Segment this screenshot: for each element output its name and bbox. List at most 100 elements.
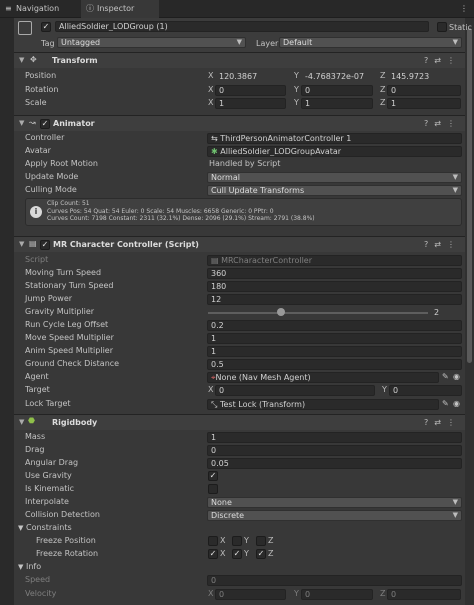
agent-value: None (Nav Mesh Agent) <box>215 373 311 382</box>
foldout-arrow-icon[interactable]: ▼ <box>19 240 24 248</box>
moving-turn-field[interactable]: 360 <box>207 268 462 279</box>
z-label: Z <box>268 549 274 558</box>
rigidbody-header[interactable]: ▼ ⬣ Rigidbody ?⇄⋮ <box>14 414 465 430</box>
transform-icon: ✥ <box>30 55 37 64</box>
collision-value: Discrete <box>211 511 245 520</box>
scale-y-field[interactable]: 1 <box>301 98 373 109</box>
slider-thumb[interactable] <box>277 308 286 316</box>
tag-dropdown[interactable]: Untagged ▼ <box>57 37 246 48</box>
position-x-field[interactable]: 120.3867 <box>215 71 286 82</box>
controller-field[interactable]: ⇆ ThirdPersonAnimatorController 1 <box>207 133 462 144</box>
info-row[interactable]: ▼ Info <box>0 561 465 574</box>
position-y-field[interactable]: -4.768372e-07 <box>301 71 373 82</box>
foldout-arrow-icon[interactable]: ▼ <box>18 524 23 532</box>
script-file-icon: ▤ <box>211 256 222 265</box>
mr-enabled-checkbox[interactable]: ✓ <box>40 240 50 250</box>
y-label: Y <box>294 589 299 598</box>
drag-row: Drag 0 <box>0 444 465 457</box>
anim-speed-row: Anim Speed Multiplier 1 <box>0 345 465 358</box>
interpolate-label: Interpolate <box>25 497 69 506</box>
object-name-field[interactable]: AlliedSoldier_LODGroup (1) <box>55 21 429 32</box>
lock-target-row: Lock Target ⤡ Test Lock (Transform) ✎ ◉ <box>0 398 465 411</box>
lock-target-field[interactable]: ⤡ Test Lock (Transform) <box>207 399 439 410</box>
y-label: Y <box>294 98 299 107</box>
transform-header[interactable]: ▼ ✥ Transform ?⇄⋮ <box>14 52 465 68</box>
move-speed-label: Move Speed Multiplier <box>25 333 114 342</box>
scale-x-field[interactable]: 1 <box>215 98 286 109</box>
constraints-row[interactable]: ▼ Constraints <box>0 522 465 535</box>
moving-turn-label: Moving Turn Speed <box>25 268 102 277</box>
run-cycle-field[interactable]: 0.2 <box>207 320 462 331</box>
scrollbar[interactable] <box>465 18 474 605</box>
y-label: Y <box>382 385 387 394</box>
object-picker-icon[interactable]: ◉ <box>453 399 460 408</box>
mass-field[interactable]: 1 <box>207 432 462 443</box>
move-speed-field[interactable]: 1 <box>207 333 462 344</box>
agent-field[interactable]: ⌖None (Nav Mesh Agent) <box>207 372 439 383</box>
animator-enabled-checkbox[interactable]: ✓ <box>40 119 50 129</box>
position-z-field[interactable]: 145.9723 <box>387 71 461 82</box>
component-menu-icons[interactable]: ?⇄⋮ <box>424 56 461 65</box>
drag-field[interactable]: 0 <box>207 445 462 456</box>
object-picker-icon[interactable]: ◉ <box>453 372 460 381</box>
foldout-arrow-icon[interactable]: ▼ <box>19 56 24 64</box>
tab-inspector[interactable]: ⓘ Inspector <box>81 0 159 18</box>
freeze-rot-x-checkbox[interactable]: ✓ <box>208 549 218 559</box>
edit-pencil-icon[interactable]: ✎ <box>442 372 449 381</box>
freeze-pos-z-checkbox[interactable] <box>256 536 266 546</box>
foldout-arrow-icon[interactable]: ▼ <box>18 563 23 571</box>
foldout-arrow-icon[interactable]: ▼ <box>19 119 24 127</box>
velocity-row: Velocity X 0 Y 0 Z 0 <box>0 588 465 601</box>
freeze-rot-z-checkbox[interactable]: ✓ <box>256 549 266 559</box>
angular-drag-row: Angular Drag 0.05 <box>0 457 465 470</box>
freeze-pos-x-checkbox[interactable] <box>208 536 218 546</box>
tab-navigation[interactable]: ≡ Navigation <box>0 0 80 18</box>
jump-field[interactable]: 12 <box>207 294 462 305</box>
chevron-down-icon: ▼ <box>452 173 458 181</box>
static-checkbox[interactable] <box>437 22 447 32</box>
component-menu-icons[interactable]: ?⇄⋮ <box>424 240 461 249</box>
ground-check-label: Ground Check Distance <box>25 359 120 368</box>
rotation-y-field[interactable]: 0 <box>301 85 373 96</box>
root-motion-value: Handled by Script <box>209 159 281 168</box>
stationary-turn-field[interactable]: 180 <box>207 281 462 292</box>
component-menu-icons[interactable]: ?⇄⋮ <box>424 119 461 128</box>
culling-mode-dropdown[interactable]: Cull Update Transforms ▼ <box>207 185 462 196</box>
component-menu-icons[interactable]: ?⇄⋮ <box>424 418 461 427</box>
mass-row: Mass 1 <box>0 431 465 444</box>
update-mode-dropdown[interactable]: Normal ▼ <box>207 172 462 183</box>
rotation-z-field[interactable]: 0 <box>387 85 461 96</box>
scale-z-field[interactable]: 1 <box>387 98 461 109</box>
use-gravity-checkbox[interactable]: ✓ <box>208 471 218 481</box>
angular-drag-field[interactable]: 0.05 <box>207 458 462 469</box>
is-kinematic-row: Is Kinematic <box>0 483 465 496</box>
active-checkbox[interactable]: ✓ <box>41 22 51 32</box>
foldout-arrow-icon[interactable]: ▼ <box>19 418 24 426</box>
target-y-field[interactable]: 0 <box>389 385 462 396</box>
gravity-slider[interactable] <box>208 308 428 317</box>
freeze-pos-y-checkbox[interactable] <box>232 536 242 546</box>
freeze-rot-y-checkbox[interactable]: ✓ <box>232 549 242 559</box>
avatar-field[interactable]: ✱ AlliedSoldier_LODGroupAvatar <box>207 146 462 157</box>
mr-controller-header[interactable]: ▼ ▤ ✓ MR Character Controller (Script) ?… <box>14 236 465 252</box>
tab-menu-icon[interactable]: ⋮ <box>460 4 468 13</box>
x-label: X <box>208 385 214 394</box>
gravity-multiplier-label: Gravity Multiplier <box>25 307 95 316</box>
rotation-x-field[interactable]: 0 <box>215 85 286 96</box>
scrollbar-thumb[interactable] <box>467 28 472 363</box>
freeze-position-row: Freeze Position X Y Z <box>0 535 465 548</box>
is-kinematic-checkbox[interactable] <box>208 484 218 494</box>
animator-icon: ↝ <box>29 118 36 127</box>
speed-row: Speed 0 <box>0 574 465 587</box>
gravity-multiplier-row: Gravity Multiplier 2 <box>0 306 465 319</box>
layer-dropdown[interactable]: Default ▼ <box>279 37 462 48</box>
curves-count-text: Curves Count: 7198 Constant: 2311 (32.1%… <box>47 215 315 222</box>
collision-dropdown[interactable]: Discrete ▼ <box>207 510 462 521</box>
animator-header[interactable]: ▼ ↝ ✓ Animator ?⇄⋮ <box>14 115 465 131</box>
ground-check-field[interactable]: 0.5 <box>207 359 462 370</box>
gravity-multiplier-field[interactable]: 2 <box>430 307 462 318</box>
edit-pencil-icon[interactable]: ✎ <box>442 399 449 408</box>
anim-speed-field[interactable]: 1 <box>207 346 462 357</box>
target-x-field[interactable]: 0 <box>215 385 375 396</box>
interpolate-dropdown[interactable]: None ▼ <box>207 497 462 508</box>
